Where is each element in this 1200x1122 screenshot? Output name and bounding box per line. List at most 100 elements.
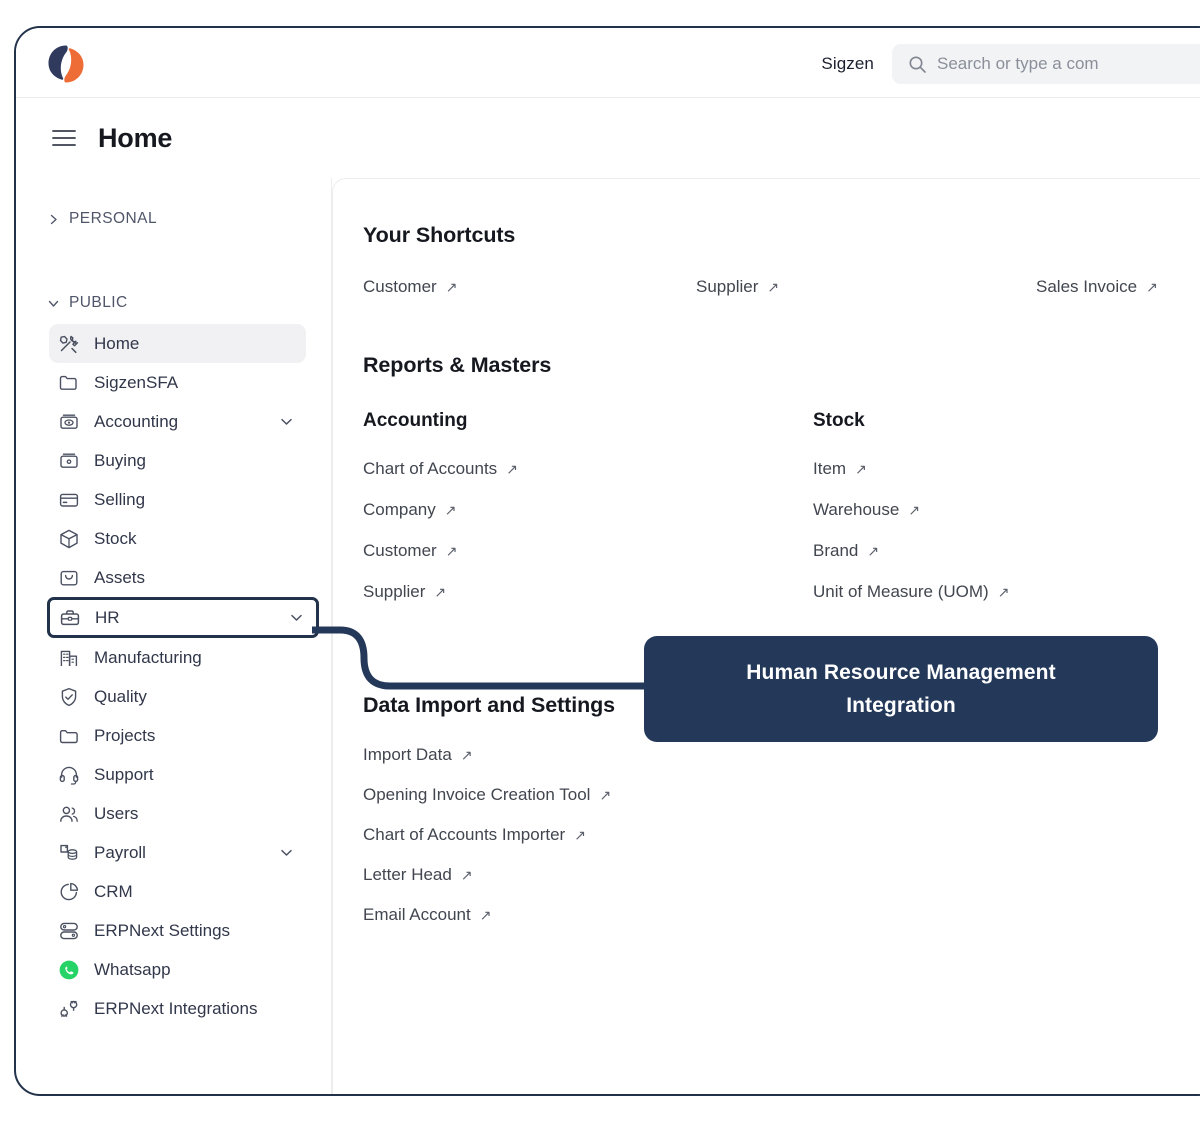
- reports-masters-link[interactable]: Company ↗: [363, 500, 813, 520]
- reports-masters-link[interactable]: Brand ↗: [813, 541, 1200, 561]
- sidebar-item-label: Buying: [94, 450, 146, 470]
- reports-masters-link[interactable]: Warehouse ↗: [813, 500, 1200, 520]
- external-link-arrow-icon: ↗: [434, 584, 447, 600]
- sidebar-item-label: SigzenSFA: [94, 372, 179, 392]
- reports-masters-link[interactable]: Supplier ↗: [363, 582, 813, 602]
- chevron-right-icon: [48, 214, 59, 225]
- page-title: Home: [98, 122, 173, 153]
- sidebar-item-users[interactable]: Users: [49, 794, 306, 833]
- global-search-box[interactable]: [892, 44, 1200, 84]
- reports-masters-link[interactable]: Chart of Accounts ↗: [363, 459, 813, 479]
- sidebar-item-crm[interactable]: CRM: [49, 872, 306, 911]
- sidebar-item-quality[interactable]: Quality: [49, 677, 306, 716]
- sidebar-item-label: Users: [94, 803, 139, 823]
- reports-masters-column: Stock Item ↗ Warehouse ↗ Brand ↗ Unit of Measur…: [813, 410, 1200, 623]
- chevron-down-icon: [48, 298, 59, 309]
- link-label: Brand: [813, 541, 859, 560]
- box-3d-icon: [58, 528, 80, 550]
- selling-card-icon: [58, 489, 80, 511]
- sidebar-item-sigzensfa[interactable]: SigzenSFA: [49, 363, 306, 402]
- sidebar-item-erpnext-settings[interactable]: ERPNext Settings: [49, 911, 306, 950]
- external-link-arrow-icon: ↗: [855, 461, 867, 477]
- sidebar-item-manufacturing[interactable]: Manufacturing: [49, 638, 306, 677]
- sidebar-item-label: Payroll: [94, 842, 146, 862]
- application-window: Sigzen Home: [14, 26, 1200, 1096]
- sidebar-item-accounting[interactable]: Accounting: [49, 402, 306, 441]
- reports-masters-link[interactable]: Item ↗: [813, 459, 1200, 479]
- external-link-arrow-icon: ↗: [908, 502, 921, 518]
- data-import-link[interactable]: Letter Head ↗: [363, 865, 1200, 885]
- plug-connect-icon: [58, 998, 80, 1020]
- reports-masters-link[interactable]: Unit of Measure (UOM) ↗: [813, 582, 1200, 602]
- data-import-link[interactable]: Chart of Accounts Importer ↗: [363, 825, 1200, 845]
- sidebar-item-home[interactable]: Home: [49, 324, 306, 363]
- sidebar-item-stock[interactable]: Stock: [49, 519, 306, 558]
- sidebar-item-label: Accounting: [94, 411, 179, 431]
- topbar-right-cluster: Sigzen: [821, 44, 1200, 84]
- reports-masters-column: Accounting Chart of Accounts ↗ Company ↗ Cust…: [363, 410, 813, 623]
- sidebar-item-label: Support: [94, 764, 154, 784]
- sidebar-item-whatsapp[interactable]: Whatsapp: [49, 950, 306, 989]
- sidebar-item-payroll[interactable]: Payroll: [49, 833, 306, 872]
- reports-masters-heading: Reports & Masters: [363, 353, 552, 377]
- shortcut-link[interactable]: Customer ↗: [363, 277, 696, 297]
- sigzen-logo-icon[interactable]: [44, 42, 86, 84]
- external-link-arrow-icon: ↗: [506, 461, 518, 477]
- briefcase-icon: [59, 607, 81, 629]
- sidebar-item-label: Home: [94, 333, 140, 353]
- sidebar-item-label: Quality: [94, 686, 147, 706]
- external-link-arrow-icon: ↗: [460, 747, 473, 763]
- sidebar-item-selling[interactable]: Selling: [49, 480, 306, 519]
- sidebar-item-label: Manufacturing: [94, 647, 202, 667]
- link-label: Supplier: [363, 582, 426, 601]
- link-label: Opening Invoice Creation Tool: [363, 785, 591, 804]
- sidebar-group-public[interactable]: PUBLIC: [16, 290, 331, 316]
- link-label: Warehouse: [813, 500, 900, 519]
- server-icon: [58, 920, 80, 942]
- sidebar-group-personal[interactable]: PERSONAL: [16, 206, 331, 232]
- page-header: Home: [16, 98, 172, 178]
- data-import-link[interactable]: Opening Invoice Creation Tool ↗: [363, 785, 1200, 805]
- tools-icon: [58, 333, 80, 355]
- chevron-down-icon[interactable]: [279, 845, 294, 860]
- external-link-arrow-icon: ↗: [767, 279, 780, 295]
- link-label: Unit of Measure (UOM): [813, 582, 989, 601]
- sidebar-item-support[interactable]: Support: [49, 755, 306, 794]
- chevron-down-icon[interactable]: [289, 610, 304, 625]
- sidebar-item-buying[interactable]: Buying: [49, 441, 306, 480]
- external-link-arrow-icon: ↗: [1146, 279, 1158, 295]
- link-label: Import Data: [363, 745, 452, 764]
- sidebar-item-assets[interactable]: Assets: [49, 558, 306, 597]
- pie-chart-icon: [58, 881, 80, 903]
- data-import-link[interactable]: Email Account ↗: [363, 905, 1200, 925]
- search-input[interactable]: [937, 54, 1200, 74]
- shortcuts-grid: Customer ↗ Supplier ↗ Sales Invoice ↗: [363, 277, 1200, 297]
- sidebar-item-label: ERPNext Settings: [94, 920, 231, 940]
- sidebar-item-hr[interactable]: HR: [47, 597, 319, 638]
- sidebar-item-label: Whatsapp: [94, 959, 171, 979]
- sidebar-item-label: Projects: [94, 725, 156, 745]
- link-label: Letter Head: [363, 865, 452, 884]
- link-label: Company: [363, 500, 436, 519]
- link-label: Supplier: [696, 277, 759, 296]
- external-link-arrow-icon: ↗: [445, 543, 458, 559]
- link-label: Chart of Accounts Importer: [363, 825, 566, 844]
- chevron-down-icon[interactable]: [279, 414, 294, 429]
- external-link-arrow-icon: ↗: [444, 502, 457, 518]
- sidebar-item-projects[interactable]: Projects: [49, 716, 306, 755]
- users-icon: [58, 803, 80, 825]
- link-label: Item: [813, 459, 847, 478]
- organization-name[interactable]: Sigzen: [821, 54, 874, 74]
- top-navigation-bar: Sigzen: [16, 28, 1200, 98]
- shortcut-link[interactable]: Sales Invoice ↗: [1036, 277, 1200, 297]
- link-label: Email Account: [363, 905, 471, 924]
- hamburger-menu-icon[interactable]: [52, 129, 76, 147]
- sidebar-item-label: Selling: [94, 489, 146, 509]
- external-link-arrow-icon: ↗: [445, 279, 458, 295]
- shortcut-link[interactable]: Supplier ↗: [696, 277, 1036, 297]
- data-import-link[interactable]: Import Data ↗: [363, 745, 1200, 765]
- external-link-arrow-icon: ↗: [997, 584, 1010, 600]
- external-link-arrow-icon: ↗: [460, 867, 473, 883]
- sidebar-item-erpnext-integrations[interactable]: ERPNext Integrations: [49, 989, 306, 1028]
- reports-masters-link[interactable]: Customer ↗: [363, 541, 813, 561]
